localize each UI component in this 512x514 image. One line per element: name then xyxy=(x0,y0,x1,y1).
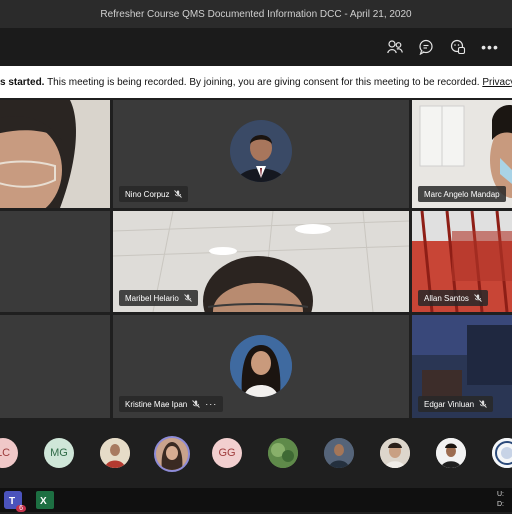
mic-muted-icon xyxy=(192,400,201,408)
avatar-logo[interactable] xyxy=(492,438,512,468)
video-tile-left-3[interactable] xyxy=(0,315,110,418)
recording-banner: s started. This meeting is being recorde… xyxy=(0,66,512,98)
teams-badge: 6 xyxy=(16,505,26,512)
participant-photo xyxy=(230,120,292,182)
banner-message: This meeting is being recorded. By joini… xyxy=(44,76,483,88)
video-tile-kristine-mae-ipan[interactable]: Kristine Mae Ipan ··· xyxy=(113,315,409,418)
clock-line-2: D: xyxy=(497,501,504,508)
more-options-icon[interactable]: ••• xyxy=(479,36,501,58)
mic-muted-icon xyxy=(174,190,183,198)
excel-app-icon[interactable]: X xyxy=(36,491,54,509)
avatar-photo-5[interactable] xyxy=(436,438,466,468)
reactions-icon[interactable] xyxy=(447,36,469,58)
mic-muted-icon xyxy=(183,294,192,302)
participant-name-tag: Nino Corpuz xyxy=(119,186,189,202)
participant-name-tag: Allan Santos xyxy=(418,290,488,306)
participant-name-tag: Kristine Mae Ipan ··· xyxy=(119,396,224,412)
video-tile-left-1[interactable] xyxy=(0,100,110,208)
video-tile-left-2[interactable] xyxy=(0,211,110,312)
svg-text:X: X xyxy=(40,496,47,507)
participant-photo xyxy=(230,335,292,397)
participant-name-tag: Edgar Vinluan xyxy=(418,396,494,412)
avatar-photo-2[interactable] xyxy=(268,438,298,468)
video-tile-edgar-vinluan[interactable]: Edgar Vinluan xyxy=(412,315,512,418)
participant-name-tag: Marc Angelo Mandap xyxy=(418,186,506,202)
participant-name: Marc Angelo Mandap xyxy=(424,189,500,199)
meeting-toolbar: ••• xyxy=(0,28,512,66)
video-tile-maribel-helario[interactable]: Maribel Helario xyxy=(113,211,409,312)
window-titlebar: Refresher Course QMS Documented Informat… xyxy=(0,0,512,28)
os-taskbar: T 6 X U: D: xyxy=(0,488,512,512)
avatar-gg[interactable]: GG xyxy=(212,438,242,468)
avatar-lc[interactable]: LC xyxy=(0,438,18,468)
avatar-photo-4[interactable] xyxy=(380,438,410,468)
participant-name: Kristine Mae Ipan xyxy=(125,399,188,409)
participant-name: Allan Santos xyxy=(424,293,469,303)
svg-text:T: T xyxy=(9,496,15,507)
participants-icon[interactable] xyxy=(384,36,406,58)
avatar-photo-speaking[interactable] xyxy=(154,436,190,472)
video-grid: Nino Corpuz Marc Angelo Mandap Maribel H… xyxy=(0,100,512,420)
recording-message: s started. This meeting is being recorde… xyxy=(0,77,512,88)
window-title: Refresher Course QMS Documented Informat… xyxy=(100,8,412,20)
chat-icon[interactable] xyxy=(415,36,437,58)
avatar-photo-3[interactable] xyxy=(324,438,354,468)
avatar-initials: GG xyxy=(218,447,236,459)
mic-muted-icon xyxy=(479,400,487,408)
participant-more-button[interactable]: ··· xyxy=(205,399,217,409)
video-tile-nino-corpuz[interactable]: Nino Corpuz xyxy=(113,100,409,208)
teams-app-icon[interactable]: T 6 xyxy=(4,491,26,512)
system-clock: U: D: xyxy=(497,490,504,510)
participant-name: Nino Corpuz xyxy=(125,189,170,199)
mic-muted-icon xyxy=(474,294,482,302)
clock-line-1: U: xyxy=(497,491,504,498)
privacy-policy-link[interactable]: Privacy policy xyxy=(482,77,512,88)
video-tile-marc-angelo-mandap[interactable]: Marc Angelo Mandap xyxy=(412,100,512,208)
avatar-photo-1[interactable] xyxy=(100,438,130,468)
avatar-mg[interactable]: MG xyxy=(44,438,74,468)
participant-avatars-row: LC MG GG xyxy=(0,420,512,488)
banner-lead: s started. xyxy=(0,76,45,88)
participant-name: Maribel Helario xyxy=(125,293,179,303)
avatar-initials: MG xyxy=(50,447,68,459)
video-tile-allan-santos[interactable]: Allan Santos xyxy=(412,211,512,312)
avatar-initials: LC xyxy=(0,447,11,459)
participant-name-tag: Maribel Helario xyxy=(119,290,198,306)
participant-name: Edgar Vinluan xyxy=(424,399,475,409)
